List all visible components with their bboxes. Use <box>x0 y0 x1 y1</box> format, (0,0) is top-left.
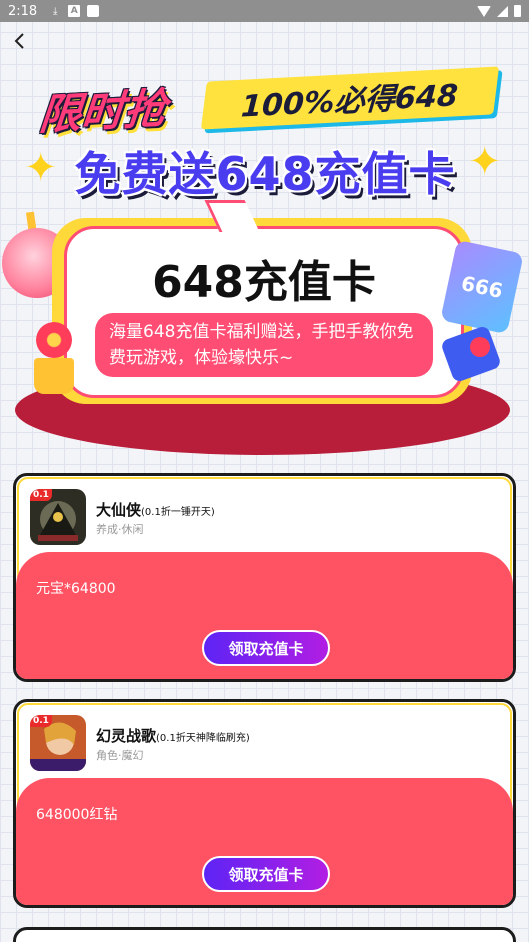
back-button[interactable] <box>8 30 30 52</box>
headline: 限时抢 <box>37 83 169 140</box>
a-icon: A <box>68 5 81 17</box>
game-card: 0.1 幻灵战歌(0.1折天神降临刷充) 角色·魔幻 648000红钻 领取充值… <box>13 699 516 908</box>
game-name: 大仙侠 <box>96 501 142 519</box>
reward-text: 648000红钻 <box>36 807 118 823</box>
reward-panel: 648000红钻 领取充值卡 <box>16 778 513 905</box>
guarantee-tag: 100%必得648 <box>200 66 500 130</box>
back-arrow-icon <box>14 33 24 49</box>
flower-icon <box>36 322 72 358</box>
card-title: 648充值卡 <box>152 257 376 308</box>
sparkle-icon: ✦ <box>24 145 58 191</box>
claim-card-button[interactable]: 领取充值卡 <box>202 856 330 892</box>
game-title: 大仙侠(0.1折一锤开天) <box>96 499 215 520</box>
download-icon: ⤓ <box>52 5 58 17</box>
guarantee-tag-text: 100%必得648 <box>240 78 460 125</box>
discount-badge: 0.1 <box>30 715 52 727</box>
game-card: 0.1 大仙侠(0.1折一锤开天) 养成·休闲 元宝*64800 领取充值卡 <box>13 473 516 682</box>
game-subtitle: (0.1折天神降临刷充) <box>156 733 250 744</box>
game-tags: 角色·魔幻 <box>96 749 144 762</box>
game-name: 幻灵战歌 <box>96 727 157 745</box>
status-bar: 2:18 ⤓ A <box>0 0 529 22</box>
game-title: 幻灵战歌(0.1折天神降临刷充) <box>96 725 250 746</box>
reward-panel: 元宝*64800 领取充值卡 <box>16 552 513 679</box>
flower-pot-icon <box>34 358 74 394</box>
banner-description: 海量648充值卡福利赠送，手把手教你免费玩游戏，体验壕快乐~ <box>95 313 433 377</box>
game-subtitle: (0.1折一锤开天) <box>141 507 215 518</box>
promo-banner: 666 限时抢 100%必得648 ✦ 免费送648充值卡 ✦ 648充值卡 海… <box>0 60 529 460</box>
sparkle-icon: ✦ <box>468 139 502 185</box>
discount-badge: 0.1 <box>30 489 52 501</box>
game-tags: 养成·休闲 <box>96 523 144 536</box>
joystick-ball-icon <box>470 337 490 357</box>
game-card <box>13 927 516 942</box>
claim-card-button[interactable]: 领取充值卡 <box>202 630 330 666</box>
status-time: 2:18 <box>8 3 38 19</box>
game-avatar[interactable]: 0.1 <box>30 489 86 545</box>
subheadline: 免费送648充值卡 <box>74 147 456 201</box>
cell-signal-icon <box>497 5 508 17</box>
square-icon <box>87 5 100 17</box>
battery-icon <box>514 5 521 17</box>
wifi-icon <box>477 5 491 17</box>
game-avatar[interactable]: 0.1 <box>30 715 86 771</box>
reward-text: 元宝*64800 <box>36 581 116 597</box>
